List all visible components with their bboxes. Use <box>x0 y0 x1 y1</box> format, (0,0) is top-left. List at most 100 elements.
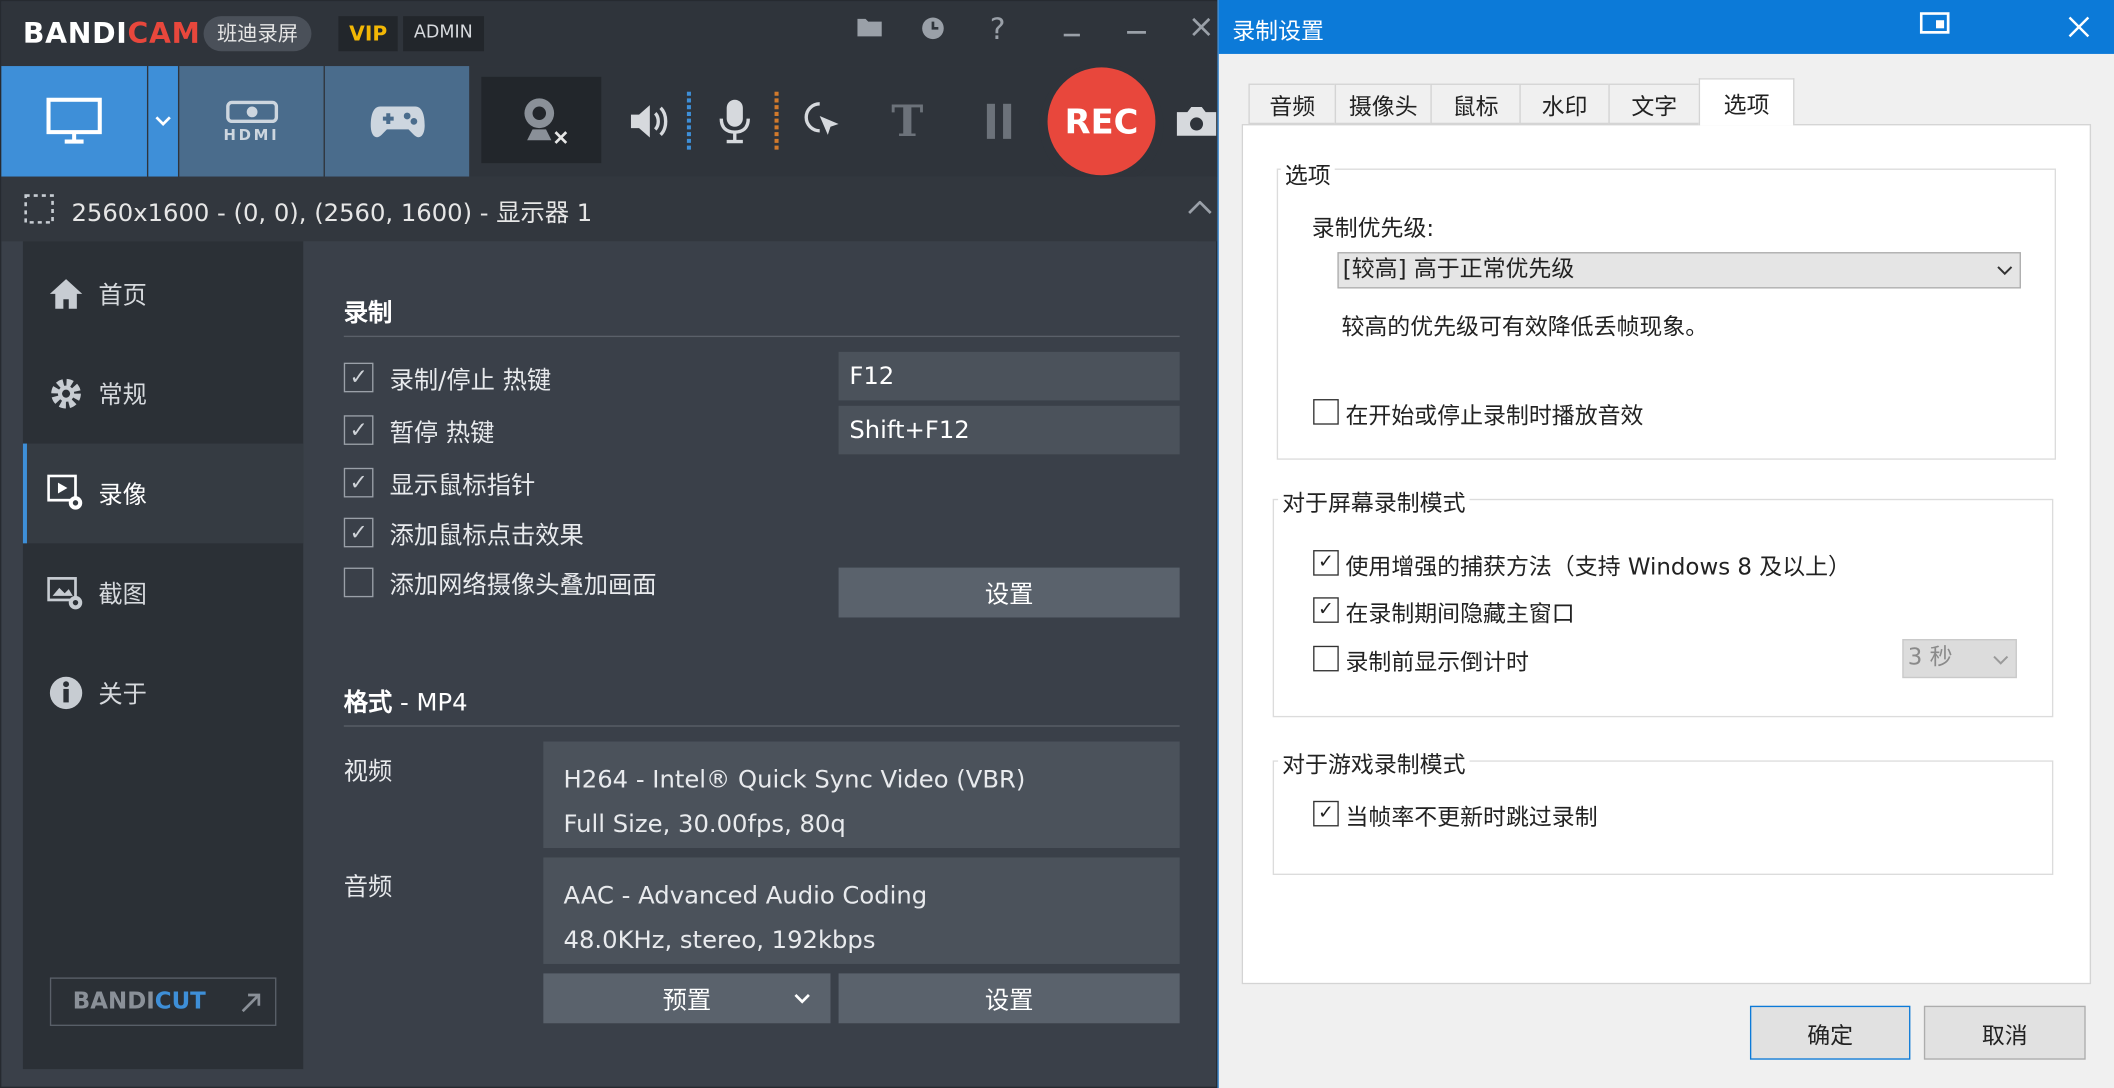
sidebar-item-home[interactable]: 首页 <box>23 244 303 344</box>
bandicut-logo-a: BANDI <box>72 988 155 1016</box>
external-link-icon <box>241 993 261 1013</box>
webcam-button[interactable] <box>481 76 602 164</box>
click-effect-label: 添加鼠标点击效果 <box>389 521 584 551</box>
maximize-icon[interactable] <box>1120 15 1152 47</box>
screenshot-button[interactable] <box>1174 66 1218 177</box>
tab-mouse[interactable]: 鼠标 <box>1430 83 1521 125</box>
sidebar-item-label: 常规 <box>98 381 147 410</box>
rec-button[interactable]: REC <box>1047 67 1156 176</box>
audio-params: 48.0KHz, stereo, 192kbps <box>563 926 876 955</box>
tab-webcam[interactable]: 摄像头 <box>1334 83 1432 125</box>
screen-mode-dropdown[interactable] <box>148 66 178 177</box>
sidebar-item-about[interactable]: 关于 <box>23 643 303 743</box>
webcam-settings-button[interactable]: 设置 <box>838 567 1180 618</box>
capture-area-bar[interactable]: 2560x1600 - (0, 0), (2560, 1600) - 显示器 1 <box>1 176 1219 242</box>
game-mode-group-label: 对于游戏录制模式 <box>1278 745 1470 780</box>
ok-button[interactable]: 确定 <box>1749 1005 1911 1060</box>
close-icon[interactable] <box>1185 15 1217 47</box>
format-title: 格式 <box>343 688 393 718</box>
click-effect-checkbox[interactable]: ✓ <box>343 517 374 548</box>
hotkey-rec-checkbox[interactable]: ✓ <box>343 362 374 393</box>
sidebar-item-screenshot[interactable]: 截图 <box>23 543 303 643</box>
sidebar-item-general[interactable]: 常规 <box>23 344 303 444</box>
divider <box>343 335 1180 338</box>
pause-button[interactable] <box>972 66 1026 177</box>
microphone-button[interactable] <box>708 66 762 177</box>
pause-icon <box>986 103 1012 139</box>
audio-codec-box[interactable]: AAC - Advanced Audio Coding 48.0KHz, ste… <box>543 857 1180 964</box>
bandicam-window: BANDICAM 班迪录屏 VIP ADMIN ? HDMI T REC 256… <box>0 0 1219 1088</box>
game-mode-button[interactable] <box>324 66 470 177</box>
cancel-button[interactable]: 取消 <box>1923 1005 2086 1060</box>
skip-frames-checkbox[interactable]: ✓ <box>1313 800 1339 827</box>
hotkey-rec-field[interactable]: F12 <box>838 351 1180 401</box>
admin-badge: ADMIN <box>403 16 484 52</box>
screen-mode-button[interactable] <box>1 66 147 177</box>
sidebar-item-video[interactable]: 录像 <box>22 443 304 544</box>
options-panel: 选项 录制优先级: [较高] 高于正常优先级 较高的优先级可有效降低丢帧现象。 … <box>1241 124 2092 985</box>
enhanced-capture-checkbox[interactable]: ✓ <box>1313 550 1339 576</box>
tab-text[interactable]: 文字 <box>1608 83 1701 125</box>
toolbar: HDMI T REC <box>1 63 1219 188</box>
video-label: 视频 <box>343 757 393 787</box>
hdmi-mode-button[interactable]: HDMI <box>179 66 324 177</box>
bandicam-logo: BANDICAM <box>22 17 201 50</box>
sidebar-item-label: 截图 <box>98 581 147 610</box>
play-sound-label: 在开始或停止录制时播放音效 <box>1345 403 1644 431</box>
gear-icon <box>47 375 85 413</box>
hdmi-label: HDMI <box>223 126 280 144</box>
info-icon <box>47 674 85 712</box>
chevron-down-icon <box>794 994 810 1004</box>
window-menu-icon[interactable] <box>1919 12 1950 36</box>
chevron-down-icon <box>155 116 171 126</box>
priority-dropdown[interactable]: [较高] 高于正常优先级 <box>1337 252 2021 289</box>
skip-frames-label: 当帧率不更新时跳过录制 <box>1345 804 1598 832</box>
folder-icon[interactable] <box>853 15 885 47</box>
countdown-dropdown[interactable]: 3 秒 <box>1902 639 2017 679</box>
cursor-effect-button[interactable] <box>797 66 851 177</box>
tab-options[interactable]: 选项 <box>1698 78 1795 126</box>
collapse-icon[interactable] <box>1188 200 1212 214</box>
vip-badge[interactable]: VIP <box>338 16 398 52</box>
brand-name: 班迪录屏 <box>203 16 312 52</box>
countdown-checkbox[interactable] <box>1313 645 1339 672</box>
bandicut-button[interactable]: BANDI CUT <box>49 977 277 1026</box>
recording-settings-dialog: 录制设置 音频 摄像头 鼠标 水印 文字 选项 选项 录制优先级: [较高] 高… <box>1217 0 2114 1088</box>
hotkey-pause-checkbox[interactable]: ✓ <box>343 415 374 445</box>
bandicut-logo-b: CUT <box>154 988 206 1016</box>
video-codec-box[interactable]: H264 - Intel® Quick Sync Video (VBR) Ful… <box>543 741 1180 849</box>
help-icon[interactable]: ? <box>981 14 1013 47</box>
hotkey-pause-label: 暂停 热键 <box>389 419 495 448</box>
webcam-overlay-checkbox[interactable] <box>343 567 374 598</box>
countdown-label: 录制前显示倒计时 <box>1345 649 1529 677</box>
text-tool-button[interactable]: T <box>880 66 934 177</box>
monitor-icon <box>46 97 102 144</box>
video-settings-panel: 录制 ✓ 录制/停止 热键 F12 ✓ 暂停 热键 Shift+F12 ✓ 显示… <box>303 241 1198 1070</box>
hide-window-checkbox[interactable]: ✓ <box>1313 597 1339 623</box>
hotkey-pause-field[interactable]: Shift+F12 <box>838 405 1180 455</box>
format-value: - MP4 <box>400 688 468 718</box>
speaker-button[interactable] <box>622 66 676 177</box>
format-section-title: 格式 - MP4 <box>344 684 468 719</box>
divider <box>343 725 1180 727</box>
screen-mode-group-label: 对于屏幕录制模式 <box>1278 484 1470 518</box>
sidebar-item-label: 首页 <box>98 281 147 311</box>
preset-button[interactable]: 预置 <box>543 973 831 1024</box>
hide-window-label: 在录制期间隐藏主窗口 <box>1345 601 1575 629</box>
capture-area-label: 2560x1600 - (0, 0), (2560, 1600) - 显示器 1 <box>71 199 593 228</box>
sidebar-item-label: 录像 <box>98 481 147 510</box>
home-icon <box>47 275 85 313</box>
history-icon[interactable] <box>917 15 949 47</box>
sidebar-item-label: 关于 <box>98 680 147 710</box>
play-sound-checkbox[interactable] <box>1313 399 1339 425</box>
close-icon[interactable] <box>2068 16 2090 38</box>
minimize-icon[interactable] <box>1056 15 1088 47</box>
tab-watermark[interactable]: 水印 <box>1519 83 1610 125</box>
tab-audio[interactable]: 音频 <box>1248 83 1337 125</box>
show-cursor-checkbox[interactable]: ✓ <box>343 467 374 498</box>
title-bar: BANDICAM 班迪录屏 VIP ADMIN ? <box>1 1 1219 67</box>
webcam-icon <box>523 98 567 144</box>
hotkey-rec-label: 录制/停止 热键 <box>389 366 552 396</box>
format-settings-button[interactable]: 设置 <box>838 973 1180 1024</box>
priority-label: 录制优先级: <box>1311 215 1435 243</box>
